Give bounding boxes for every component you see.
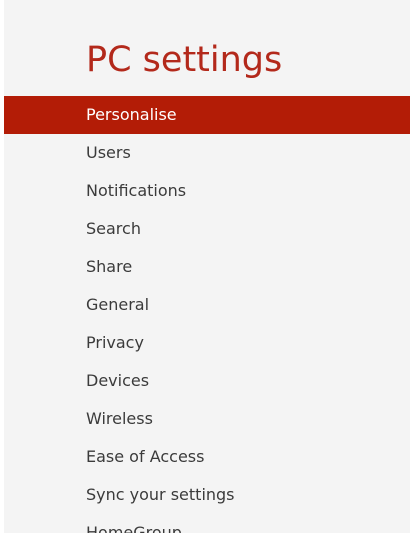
settings-item-sync-your-settings[interactable]: Sync your settings (4, 476, 410, 514)
settings-item-notifications[interactable]: Notifications (4, 172, 410, 210)
settings-nav-list: Personalise Users Notifications Search S… (4, 96, 410, 533)
settings-item-devices[interactable]: Devices (4, 362, 410, 400)
settings-item-wireless[interactable]: Wireless (4, 400, 410, 438)
settings-item-general[interactable]: General (4, 286, 410, 324)
settings-item-users[interactable]: Users (4, 134, 410, 172)
settings-panel: PC settings Personalise Users Notificati… (4, 0, 410, 533)
settings-item-privacy[interactable]: Privacy (4, 324, 410, 362)
settings-item-share[interactable]: Share (4, 248, 410, 286)
settings-item-personalise[interactable]: Personalise (4, 96, 410, 134)
settings-item-search[interactable]: Search (4, 210, 410, 248)
page-title: PC settings (86, 40, 283, 80)
settings-item-ease-of-access[interactable]: Ease of Access (4, 438, 410, 476)
settings-item-homegroup[interactable]: HomeGroup (4, 514, 410, 533)
